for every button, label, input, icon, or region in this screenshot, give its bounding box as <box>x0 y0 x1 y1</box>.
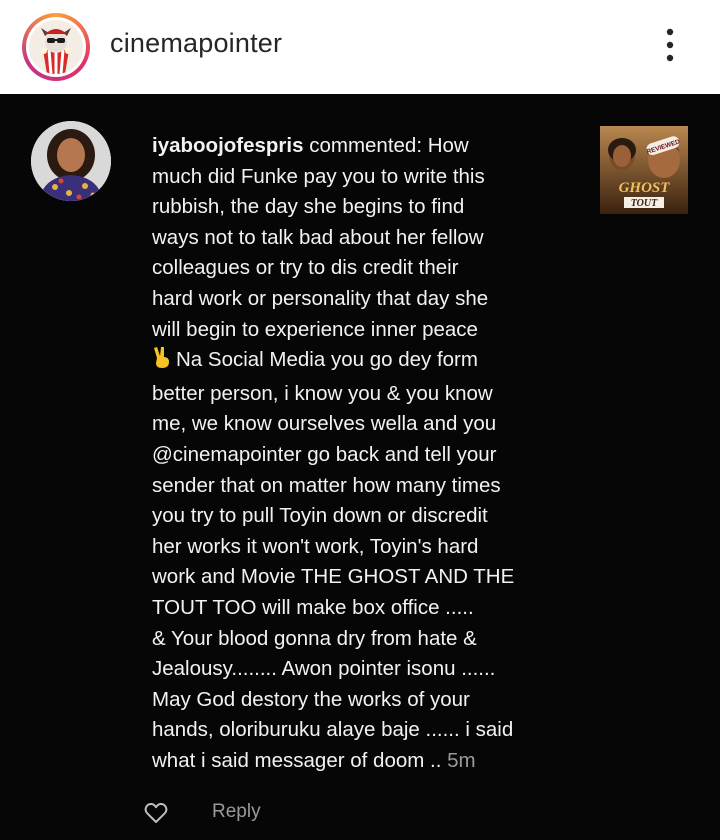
comment-line-13: you try to pull Toyin down or discredit <box>152 504 488 528</box>
comment-line-21: what i said messager of doom .. 5m <box>152 748 476 772</box>
comment-line-20: hands, oloriburuku alaye baje ...... i s… <box>152 718 514 742</box>
comment-line-14: her works it won't work, Toyin's hard <box>152 534 479 558</box>
post-thumbnail[interactable]: REVIEWED GHOST TOUT <box>600 126 688 214</box>
account-avatar[interactable] <box>22 13 90 81</box>
reply-button[interactable]: Reply <box>212 801 261 823</box>
comment-line-10: me, we know ourselves wella and you <box>152 412 497 436</box>
comment-timestamp: 5m <box>447 748 476 772</box>
account-name[interactable]: cinemapointer <box>110 28 282 59</box>
comment-username[interactable]: iyaboojofespris <box>152 134 304 157</box>
comment-line-11: @cinemapointer go back and tell your <box>152 442 497 466</box>
comment-line-17: & Your blood gonna dry from hate & <box>152 626 477 650</box>
comment-line-9: better person, i know you & you know <box>152 381 493 405</box>
post-header: cinemapointer <box>0 0 720 94</box>
comment-line-1: iyaboojofespris commented: How <box>152 134 469 157</box>
thumbnail-title-2: TOUT <box>631 198 658 209</box>
comment-line-4: ways not to talk bad about her fellow <box>152 225 484 249</box>
comment-line-6: hard work or personality that day she <box>152 286 489 310</box>
thumbnail-title-1: GHOST <box>619 180 671 196</box>
comment-line-7: will begin to experience inner peace <box>152 317 478 341</box>
comment-line-19: May God destory the works of your <box>152 687 470 711</box>
comment-line-16: TOUT TOO will make box office ..... <box>152 595 474 619</box>
comment-line-3: rubbish, the day she begins to find <box>152 195 465 219</box>
comment-line-2: much did Funke pay you to write this <box>152 164 485 188</box>
commenter-avatar[interactable] <box>31 121 111 201</box>
comment-line-18: Jealousy........ Awon pointer isonu ....… <box>152 657 496 681</box>
popcorn-dog-logo-icon <box>29 20 83 74</box>
more-vertical-icon[interactable] <box>660 24 680 68</box>
comment-line-5: colleagues or try to dis credit their <box>152 256 459 280</box>
comment-line-8: Na Social Media you go dey form <box>152 345 592 379</box>
victory-hand-icon <box>152 347 172 379</box>
comment-line-15: work and Movie THE GHOST AND THE <box>152 565 515 589</box>
comment-text: iyaboojofespris commented: How much did … <box>152 131 592 776</box>
heart-icon[interactable] <box>144 802 168 824</box>
comment-line-12: sender that on matter how many times <box>152 473 501 497</box>
